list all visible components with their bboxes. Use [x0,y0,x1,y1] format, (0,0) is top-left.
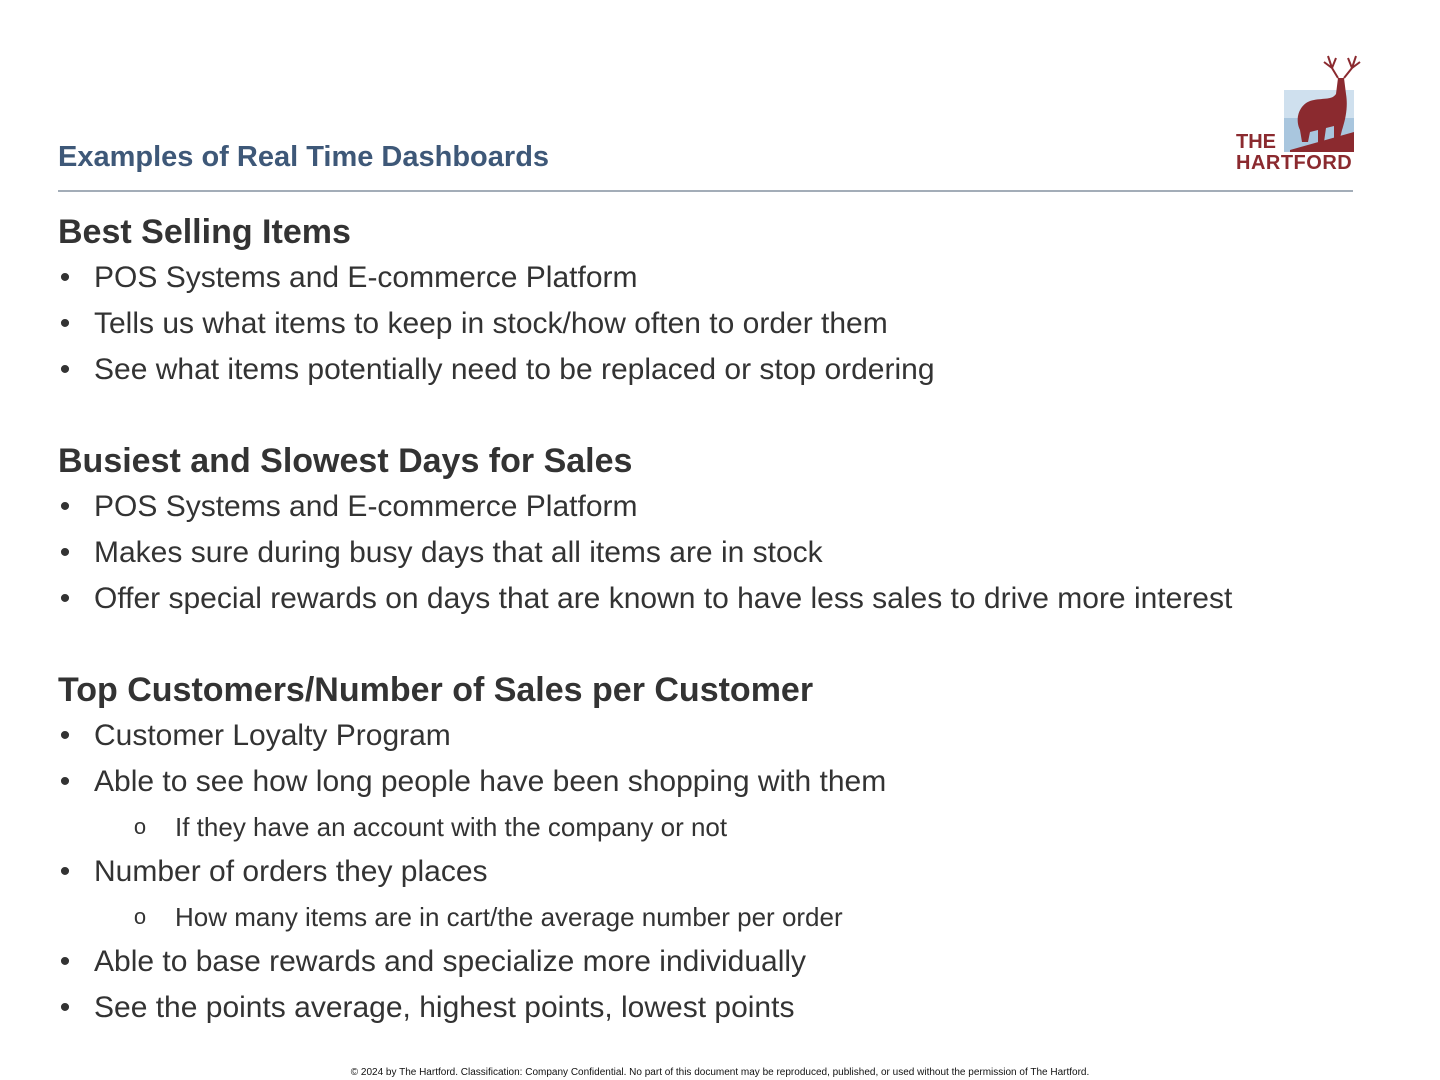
bullet-text: Able to see how long people have been sh… [94,765,887,798]
bullet-text: How many items are in cart/the average n… [175,902,843,932]
slide-title: Examples of Real Time Dashboards [58,141,550,173]
bullet-item: • Able to base rewards and specialize mor… [58,939,1398,985]
confidentiality-footer: © 2024 by The Hartford. Classification: … [350,1067,1090,1078]
bullet-item: • POS Systems and E-commerce Platform [58,484,1398,530]
bullet-item: • Able to see how long people have been s… [58,759,1398,805]
section: Busiest and Slowest Days for Sales • POS S… [58,438,1398,622]
bullet-icon: • [59,261,71,294]
bullet-icon: • [59,991,71,1024]
hollow-bullet-icon: o [133,814,147,839]
bullet-icon: • [59,353,71,386]
bullet-item: • Offer special rewards on days that are … [58,576,1398,622]
bullet-text: Offer special rewards on days that are k… [94,582,1233,615]
bullet-text: If they have an account with the company… [175,812,728,842]
logo-text-hartford: HARTFORD [1236,152,1352,174]
bullet-icon: • [59,307,71,340]
bullet-item: • Tells us what items to keep in stock/ho… [58,301,1398,347]
bullet-text: POS Systems and E-commerce Platform [94,261,638,294]
bullet-icon: • [59,582,71,615]
bullet-item: • Makes sure during busy days that all it… [58,530,1398,576]
bullet-text: Customer Loyalty Program [94,719,451,752]
section: Best Selling Items • POS Systems and E-com… [58,209,1398,393]
bullet-icon: • [59,765,71,798]
section-heading: Best Selling Items [58,213,351,251]
bullet-text: Number of orders they places [94,855,488,888]
bullet-icon: • [59,536,71,569]
section-heading: Busiest and Slowest Days for Sales [58,442,633,480]
section: Top Customers/Number of Sales per Custom… [58,667,1398,1031]
slide-content: Best Selling Items • POS Systems and E-com… [58,209,1398,1031]
bullet-item: • POS Systems and E-commerce Platform [58,255,1398,301]
bullet-icon: • [59,855,71,888]
bullet-icon: • [59,945,71,978]
bullet-item: • Number of orders they places [58,849,1398,895]
bullet-text: See what items potentially need to be re… [94,353,935,386]
bullet-text: Tells us what items to keep in stock/how… [94,307,888,340]
bullet-icon: • [59,719,71,752]
the-hartford-logo: THE HARTFORD [1236,55,1361,174]
hollow-bullet-icon: o [133,904,147,929]
bullet-icon: • [59,490,71,523]
sub-bullet-item: o How many items are in cart/the average … [58,895,1398,939]
bullet-text: Makes sure during busy days that all ite… [94,536,823,569]
bullet-text: Able to base rewards and specialize more… [94,945,807,978]
bullet-item: • See the points average, highest points,… [58,985,1398,1031]
bullet-text: POS Systems and E-commerce Platform [94,490,638,523]
bullet-item: • Customer Loyalty Program [58,713,1398,759]
title-divider [58,190,1353,192]
sub-bullet-item: o If they have an account with the compan… [58,805,1398,849]
logo-text-the: THE [1236,131,1276,153]
section-heading: Top Customers/Number of Sales per Custom… [58,671,814,709]
bullet-item: • See what items potentially need to be r… [58,347,1398,393]
bullet-text: See the points average, highest points, … [94,991,795,1024]
